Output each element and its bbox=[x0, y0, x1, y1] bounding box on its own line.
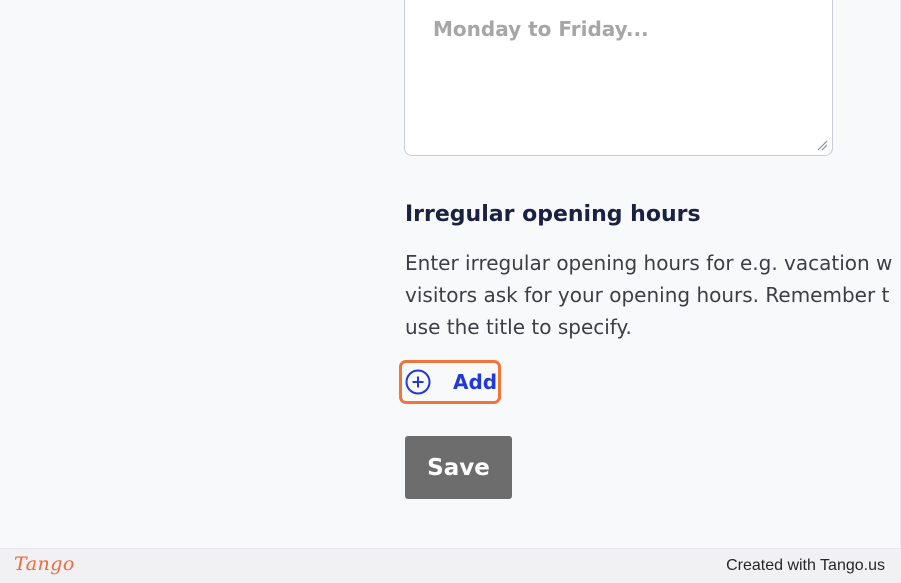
description-line: use the title to specify. bbox=[405, 315, 632, 339]
add-button-label: Add bbox=[453, 370, 498, 394]
add-irregular-hours-button[interactable]: Add bbox=[404, 365, 497, 399]
tango-logo[interactable]: Tango bbox=[14, 553, 75, 575]
textarea-placeholder: Monday to Friday... bbox=[433, 17, 649, 41]
tango-screenshot: Monday to Friday... Irregular opening ho… bbox=[0, 0, 901, 583]
irregular-hours-description: Enter irregular opening hours for e.g. v… bbox=[405, 247, 901, 343]
save-button[interactable]: Save bbox=[405, 436, 512, 499]
regular-hours-textarea[interactable]: Monday to Friday... bbox=[404, 0, 833, 156]
plus-circle-icon bbox=[405, 369, 431, 395]
form-area: Monday to Friday... Irregular opening ho… bbox=[0, 0, 901, 548]
description-line: visitors ask for your opening hours. Rem… bbox=[405, 283, 890, 307]
description-line: Enter irregular opening hours for e.g. v… bbox=[405, 251, 893, 275]
created-with-tango-link[interactable]: Created with Tango.us bbox=[726, 557, 885, 575]
footer-bar: Tango Created with Tango.us bbox=[0, 548, 901, 583]
irregular-hours-title: Irregular opening hours bbox=[405, 202, 701, 227]
resize-grip-icon[interactable] bbox=[816, 139, 828, 151]
